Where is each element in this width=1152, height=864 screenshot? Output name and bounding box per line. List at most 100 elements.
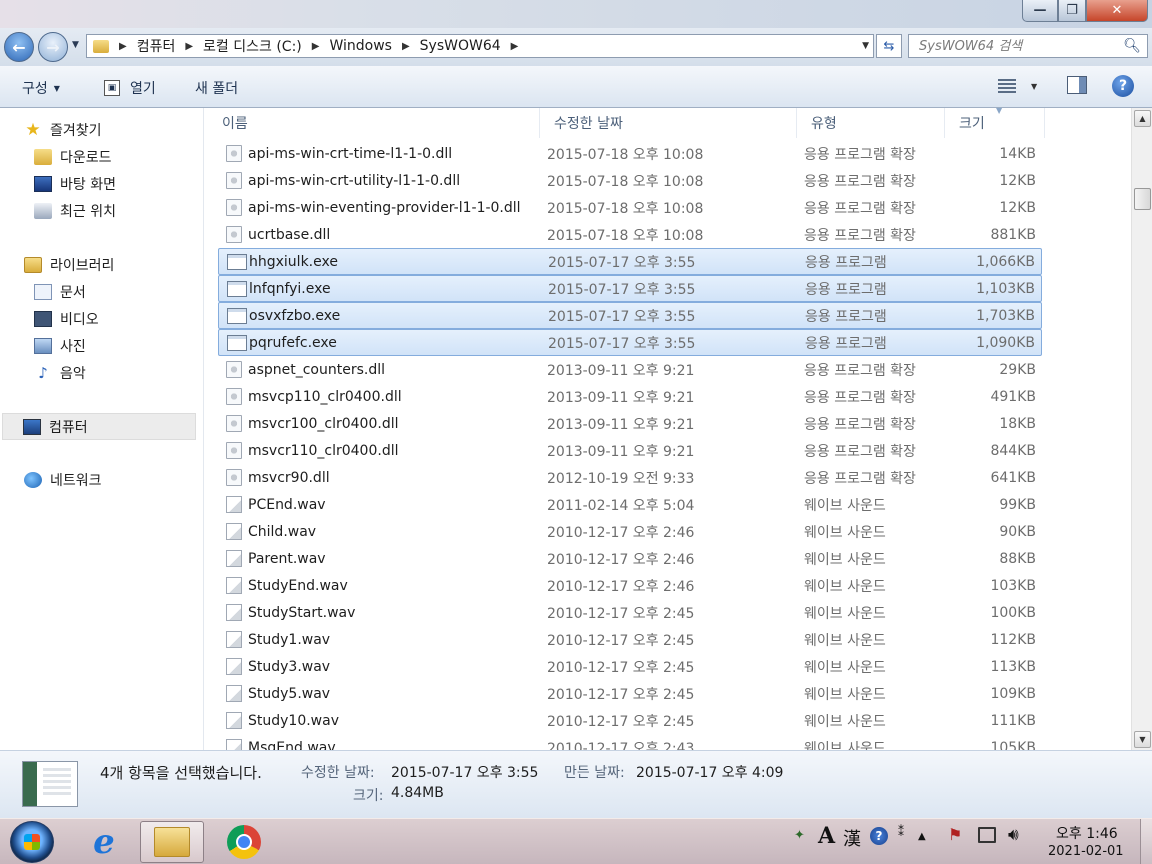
taskbar-chrome[interactable] [212,821,276,863]
taskbar-explorer[interactable] [140,821,204,863]
taskbar: e ✦ A 漢 ? ⁑ ▲ ⚑ 🔊︎ 오후 1:46 2021-02-01 [0,818,1152,864]
file-type: 응용 프로그램 확장 [804,416,916,433]
sidebar-item-downloads[interactable]: 다운로드 [34,145,112,169]
file-row[interactable]: hhgxiulk.exe 2015-07-17 오후 3:55 응용 프로그램 1,0… [218,248,1042,275]
file-type: 웨이브 사운드 [804,551,886,568]
minimize-button[interactable]: — [1022,0,1058,22]
show-hidden-icons-icon[interactable]: ▲ [918,831,926,842]
file-row[interactable]: Child.wav 2010-12-17 오후 2:46 웨이브 사운드 90KB [218,518,1042,545]
file-row[interactable]: msvcr100_clr0400.dll 2013-09-11 오후 9:21 응용… [218,410,1042,437]
breadcrumb-syswow64[interactable]: SysWOW64 [420,38,501,54]
show-desktop-button[interactable] [1140,819,1152,864]
input-mode-indicator[interactable]: A [818,823,835,849]
preview-pane-icon[interactable] [1067,76,1087,94]
view-options-icon[interactable] [998,79,1016,93]
language-bar-icon[interactable]: ✦ [794,828,805,843]
sidebar-item-recent[interactable]: 최근 위치 [34,199,116,223]
sidebar-item-network[interactable]: 네트워크 [24,468,102,492]
search-input[interactable] [919,38,1119,54]
help-icon[interactable]: ? [1112,75,1134,97]
ime-help-icon[interactable]: ? [870,827,888,845]
title-bar[interactable]: — ❐ ✕ [0,0,1152,28]
breadcrumb-separator-icon[interactable]: ▶ [511,41,519,52]
breadcrumb-computer[interactable]: 컴퓨터 [137,36,176,56]
back-button[interactable]: ← [4,32,34,62]
sidebar-item-videos[interactable]: 비디오 [34,307,99,331]
chevron-down-icon[interactable]: ▼ [1031,82,1037,91]
file-row[interactable]: ucrtbase.dll 2015-07-18 오후 10:08 응용 프로그램 확… [218,221,1042,248]
column-header-type[interactable]: 유형 [797,108,945,138]
file-date: 2010-12-17 오후 2:45 [547,605,695,622]
breadcrumb-separator-icon[interactable]: ▶ [402,41,410,52]
file-row[interactable]: Study3.wav 2010-12-17 오후 2:45 웨이브 사운드 113KB [218,653,1042,680]
scroll-up-button[interactable]: ▲ [1134,110,1151,127]
volume-icon[interactable]: 🔊︎ [1008,825,1019,845]
file-row[interactable]: api-ms-win-crt-time-l1-1-0.dll 2015-07-18… [218,140,1042,167]
sidebar-item-documents[interactable]: 문서 [34,280,86,304]
breadcrumb-separator-icon[interactable]: ▶ [312,41,320,52]
file-row[interactable]: Study1.wav 2010-12-17 오후 2:45 웨이브 사운드 112KB [218,626,1042,653]
vertical-scrollbar[interactable]: ▲ ▼ [1131,108,1152,750]
network-status-icon[interactable] [978,827,996,843]
refresh-button[interactable]: ⇆ [876,34,902,58]
file-size: 109KB [990,685,1036,702]
file-row[interactable]: msvcr110_clr0400.dll 2013-09-11 오후 9:21 응용… [218,437,1042,464]
new-folder-button[interactable]: 새 폴더 [195,78,238,98]
maximize-button[interactable]: ❐ [1058,0,1086,22]
file-row[interactable]: StudyEnd.wav 2010-12-17 오후 2:46 웨이브 사운드 103… [218,572,1042,599]
file-row[interactable]: Study10.wav 2010-12-17 오후 2:45 웨이브 사운드 111K… [218,707,1042,734]
sidebar-item-desktop[interactable]: 바탕 화면 [34,172,116,196]
file-row[interactable]: pqrufefc.exe 2015-07-17 오후 3:55 응용 프로그램 1,0… [218,329,1042,356]
file-row[interactable]: msvcr90.dll 2012-10-19 오전 9:33 응용 프로그램 확장 6… [218,464,1042,491]
file-row[interactable]: osvxfzbo.exe 2015-07-17 오후 3:55 응용 프로그램 1,7… [218,302,1042,329]
file-row[interactable]: PCEnd.wav 2011-02-14 오후 5:04 웨이브 사운드 99KB [218,491,1042,518]
open-button[interactable]: ▣ 열기 [104,78,156,98]
sidebar-item-libraries[interactable]: 라이브러리 [24,253,114,277]
file-type: 응용 프로그램 [805,254,887,271]
file-size: 105KB [990,739,1036,751]
created-date-label: 만든 날짜: [564,765,625,781]
address-dropdown-icon[interactable]: ▼ [862,41,869,51]
search-icon[interactable]: 🔍︎ [1123,38,1141,54]
close-button[interactable]: ✕ [1086,0,1148,22]
arrow-left-icon: ← [12,37,26,57]
file-row[interactable]: StudyStart.wav 2010-12-17 오후 2:45 웨이브 사운드 1… [218,599,1042,626]
column-header-date[interactable]: 수정한 날짜 ▼ [540,106,1002,138]
breadcrumb-separator-icon[interactable]: ▶ [119,41,127,52]
file-type: 웨이브 사운드 [804,740,886,751]
file-row[interactable]: api-ms-win-eventing-provider-l1-1-0.dll 2… [218,194,1042,221]
action-center-flag-icon[interactable]: ⚑ [948,825,962,844]
breadcrumb-windows[interactable]: Windows [329,38,392,54]
file-name: Study3.wav [248,658,331,675]
breadcrumb-local-disk[interactable]: 로컬 디스크 (C:) [203,36,302,56]
start-button[interactable] [10,821,54,863]
file-row[interactable]: MsgEnd.wav 2010-12-17 오후 2:43 웨이브 사운드 105KB [218,734,1042,750]
column-header-name[interactable]: 이름 [208,108,540,138]
recent-pages-dropdown[interactable]: ▼ [72,40,79,50]
file-row[interactable]: Parent.wav 2010-12-17 오후 2:46 웨이브 사운드 88KB [218,545,1042,572]
sidebar-item-favorites[interactable]: ★ 즐겨찾기 [24,118,101,142]
scroll-down-button[interactable]: ▼ [1134,731,1151,748]
file-row[interactable]: api-ms-win-crt-utility-l1-1-0.dll 2015-07… [218,167,1042,194]
file-row[interactable]: Study5.wav 2010-12-17 오후 2:45 웨이브 사운드 109KB [218,680,1042,707]
file-row[interactable]: msvcp110_clr0400.dll 2013-09-11 오후 9:21 응용… [218,383,1042,410]
sidebar-item-pictures[interactable]: 사진 [34,334,86,358]
scroll-thumb[interactable] [1134,188,1151,210]
ime-options-icon[interactable]: ⁑ [898,825,904,839]
clock-date[interactable]: 2021-02-01 [1048,844,1124,859]
breadcrumb-separator-icon[interactable]: ▶ [185,41,193,52]
taskbar-internet-explorer[interactable]: e [72,821,136,863]
sidebar-item-music[interactable]: ♪ 음악 [34,361,86,385]
application-thumbnail-icon [22,761,78,807]
forward-button[interactable]: → [38,32,68,62]
column-header-size[interactable]: 크기 [945,108,1045,138]
organize-button[interactable]: 구성 ▼ [22,78,60,98]
new-folder-label: 새 폴더 [195,81,239,97]
file-row[interactable]: lnfqnfyi.exe 2015-07-17 오후 3:55 응용 프로그램 1,1… [218,275,1042,302]
sidebar-item-computer[interactable]: 컴퓨터 [2,413,196,440]
search-box[interactable]: 🔍︎ [908,34,1148,58]
file-row[interactable]: aspnet_counters.dll 2013-09-11 오후 9:21 응용 … [218,356,1042,383]
hanja-indicator[interactable]: 漢 [843,825,861,851]
clock-time[interactable]: 오후 1:46 [1056,823,1118,843]
address-bar[interactable]: ▶ 컴퓨터 ▶ 로컬 디스크 (C:) ▶ Windows ▶ SysWOW64… [86,34,874,58]
